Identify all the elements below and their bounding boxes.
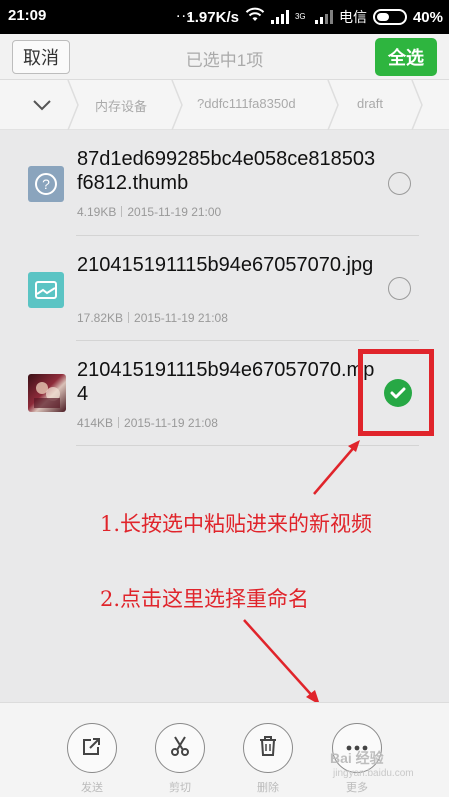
share-label: 发送	[81, 782, 103, 794]
file-date: 2015-11-19 21:08	[124, 416, 218, 430]
status-time: 21:09	[8, 7, 47, 24]
select-checkbox[interactable]	[388, 172, 411, 195]
select-checkbox[interactable]	[388, 277, 411, 300]
share-icon	[81, 735, 103, 762]
more-label: 更多	[346, 782, 368, 794]
signal-icon-2	[314, 10, 333, 24]
image-file-icon	[28, 272, 64, 308]
file-date: 2015-11-19 21:00	[127, 205, 222, 219]
video-thumbnail	[28, 374, 66, 412]
breadcrumb: 内存设备 ?ddfc111fa8350d draft	[0, 80, 449, 130]
breadcrumb-separator-icon	[327, 80, 339, 130]
chevron-down-icon[interactable]	[30, 94, 54, 116]
select-all-button[interactable]: 全选	[375, 38, 437, 76]
watermark-logo: Bai 经验	[330, 750, 384, 766]
scissors-icon	[168, 734, 192, 763]
file-size: 17.82KB	[77, 311, 124, 325]
list-item[interactable]: 210415191115b94e67057070.jpg 17.82KB 2015…	[0, 236, 449, 341]
watermark-url: jingyan.baidu.com	[333, 768, 414, 779]
highlight-box-checkbox	[358, 349, 434, 436]
file-meta: 17.82KB 2015-11-19 21:08	[77, 311, 228, 325]
breadcrumb-item[interactable]: draft	[357, 96, 383, 111]
annotation-step-2: 2.点击这里选择重命名	[100, 587, 310, 611]
carrier-label: 电信	[338, 9, 367, 25]
annotation-step-1: 1.长按选中粘贴进来的新视频	[100, 512, 373, 536]
unknown-file-icon: ?	[28, 166, 64, 202]
battery-icon	[372, 9, 407, 25]
status-bar: 21:09 ... 1.97K/s 3G 电信 40%	[0, 0, 449, 34]
file-meta: 4.19KB 2015-11-19 21:00	[77, 205, 221, 219]
status-network-speed: 1.97K/s	[186, 8, 239, 26]
breadcrumb-item[interactable]: ?ddfc111fa8350d	[197, 96, 296, 111]
delete-label: 删除	[257, 782, 279, 794]
file-size: 4.19KB	[77, 205, 117, 219]
list-item[interactable]: ? 87d1ed699285bc4e058ce818503f6812.thumb…	[0, 131, 449, 236]
delete-button[interactable]	[243, 723, 293, 773]
file-meta: 414KB 2015-11-19 21:08	[77, 416, 218, 430]
cut-label: 剪切	[169, 782, 191, 794]
breadcrumb-separator-icon	[411, 80, 423, 130]
svg-text:?: ?	[42, 176, 50, 192]
breadcrumb-item[interactable]: 内存设备	[95, 96, 147, 115]
trash-icon	[257, 734, 279, 763]
file-name: 210415191115b94e67057070.mp4	[77, 359, 375, 405]
battery-percent: 40%	[412, 8, 443, 26]
network-type-label: 3G	[294, 12, 306, 21]
file-name: 210415191115b94e67057070.jpg	[77, 254, 374, 276]
breadcrumb-separator-icon	[67, 80, 79, 130]
share-button[interactable]	[67, 723, 117, 773]
file-size: 414KB	[77, 416, 114, 430]
wifi-icon	[245, 7, 265, 27]
cut-button[interactable]	[155, 723, 205, 773]
breadcrumb-separator-icon	[171, 80, 183, 130]
file-date: 2015-11-19 21:08	[134, 311, 228, 325]
file-name: 87d1ed699285bc4e058ce818503f6812.thumb	[77, 148, 376, 194]
signal-icon	[270, 10, 289, 24]
selection-title-bar: 取消 已选中1项 全选	[0, 34, 449, 80]
